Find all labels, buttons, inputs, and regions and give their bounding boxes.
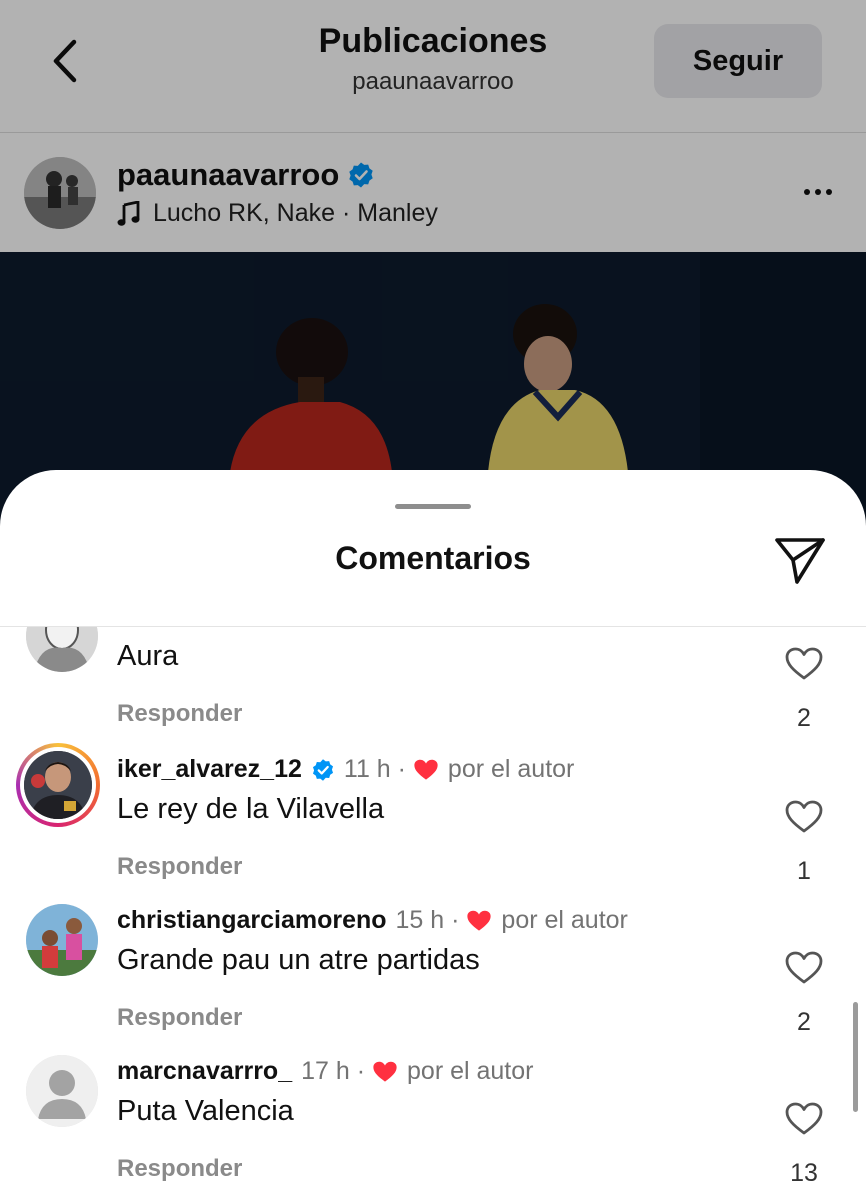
comment-avatar-story-ring[interactable] (16, 743, 100, 827)
reply-button[interactable]: Responder (117, 700, 242, 728)
heart-outline-icon (785, 951, 823, 984)
reply-button[interactable]: Responder (117, 1155, 242, 1183)
heart-filled-icon (373, 1061, 397, 1082)
author-like-label: por el autor (501, 906, 628, 934)
like-count: 1 (797, 857, 811, 885)
comments-list[interactable]: Aura Responder 2 iker_alvarez_12 11 h · … (0, 627, 866, 1200)
meta-separator: · (349, 1057, 373, 1085)
comment-text: Grande pau un atre partidas (117, 944, 480, 976)
comment-avatar[interactable] (26, 627, 98, 672)
comments-title: Comentarios (335, 540, 531, 576)
comment-username[interactable]: iker_alvarez_12 (117, 755, 302, 784)
like-button[interactable] (784, 950, 824, 986)
comment-time: 11 h (343, 755, 391, 783)
comment-text: Aura (117, 640, 179, 672)
scrollbar-thumb[interactable] (853, 1002, 858, 1112)
reply-button[interactable]: Responder (117, 853, 242, 881)
heart-outline-icon (785, 1102, 823, 1135)
author-like-label: por el autor (447, 755, 575, 783)
heart-outline-icon (785, 800, 823, 833)
share-button[interactable] (770, 530, 830, 590)
comment-meta: christiangarciamoreno 15 h · por el auto… (117, 906, 628, 935)
heart-filled-icon (467, 910, 492, 931)
like-count: 13 (790, 1159, 818, 1187)
comment-avatar (24, 751, 92, 819)
comment-time: 15 h (395, 906, 445, 934)
reply-button[interactable]: Responder (117, 1004, 242, 1032)
like-button[interactable] (784, 646, 824, 682)
comment-meta: marcnavarrro_ 17 h · por el autor (117, 1057, 533, 1086)
heart-outline-icon (785, 647, 823, 680)
avatar-ring-gap (20, 747, 96, 823)
comment-text: Le rey de la Vilavella (117, 793, 385, 825)
comment-avatar-default[interactable] (26, 1055, 98, 1127)
comment-avatar[interactable] (26, 904, 98, 976)
comment-username[interactable]: christiangarciamoreno (117, 906, 387, 935)
comment-text: Puta Valencia (117, 1095, 294, 1127)
comments-sheet: Comentarios Aura Responder 2 iker_alvare… (0, 470, 866, 1200)
default-avatar-icon (26, 1055, 98, 1127)
like-count: 2 (797, 704, 811, 732)
verified-badge-icon (312, 758, 333, 781)
comment-username[interactable]: marcnavarrro_ (117, 1057, 292, 1086)
like-button[interactable] (784, 1101, 824, 1137)
meta-separator: · (390, 755, 413, 783)
meta-separator: · (444, 906, 467, 934)
sheet-grabber-handle[interactable] (395, 504, 471, 509)
like-button[interactable] (784, 799, 824, 835)
comment-time: 17 h (301, 1057, 350, 1085)
heart-filled-icon (414, 759, 438, 780)
author-like-label: por el autor (407, 1057, 534, 1085)
send-icon (775, 538, 825, 584)
like-count: 2 (797, 1008, 811, 1036)
comment-meta: iker_alvarez_12 11 h · por el autor (117, 755, 574, 784)
